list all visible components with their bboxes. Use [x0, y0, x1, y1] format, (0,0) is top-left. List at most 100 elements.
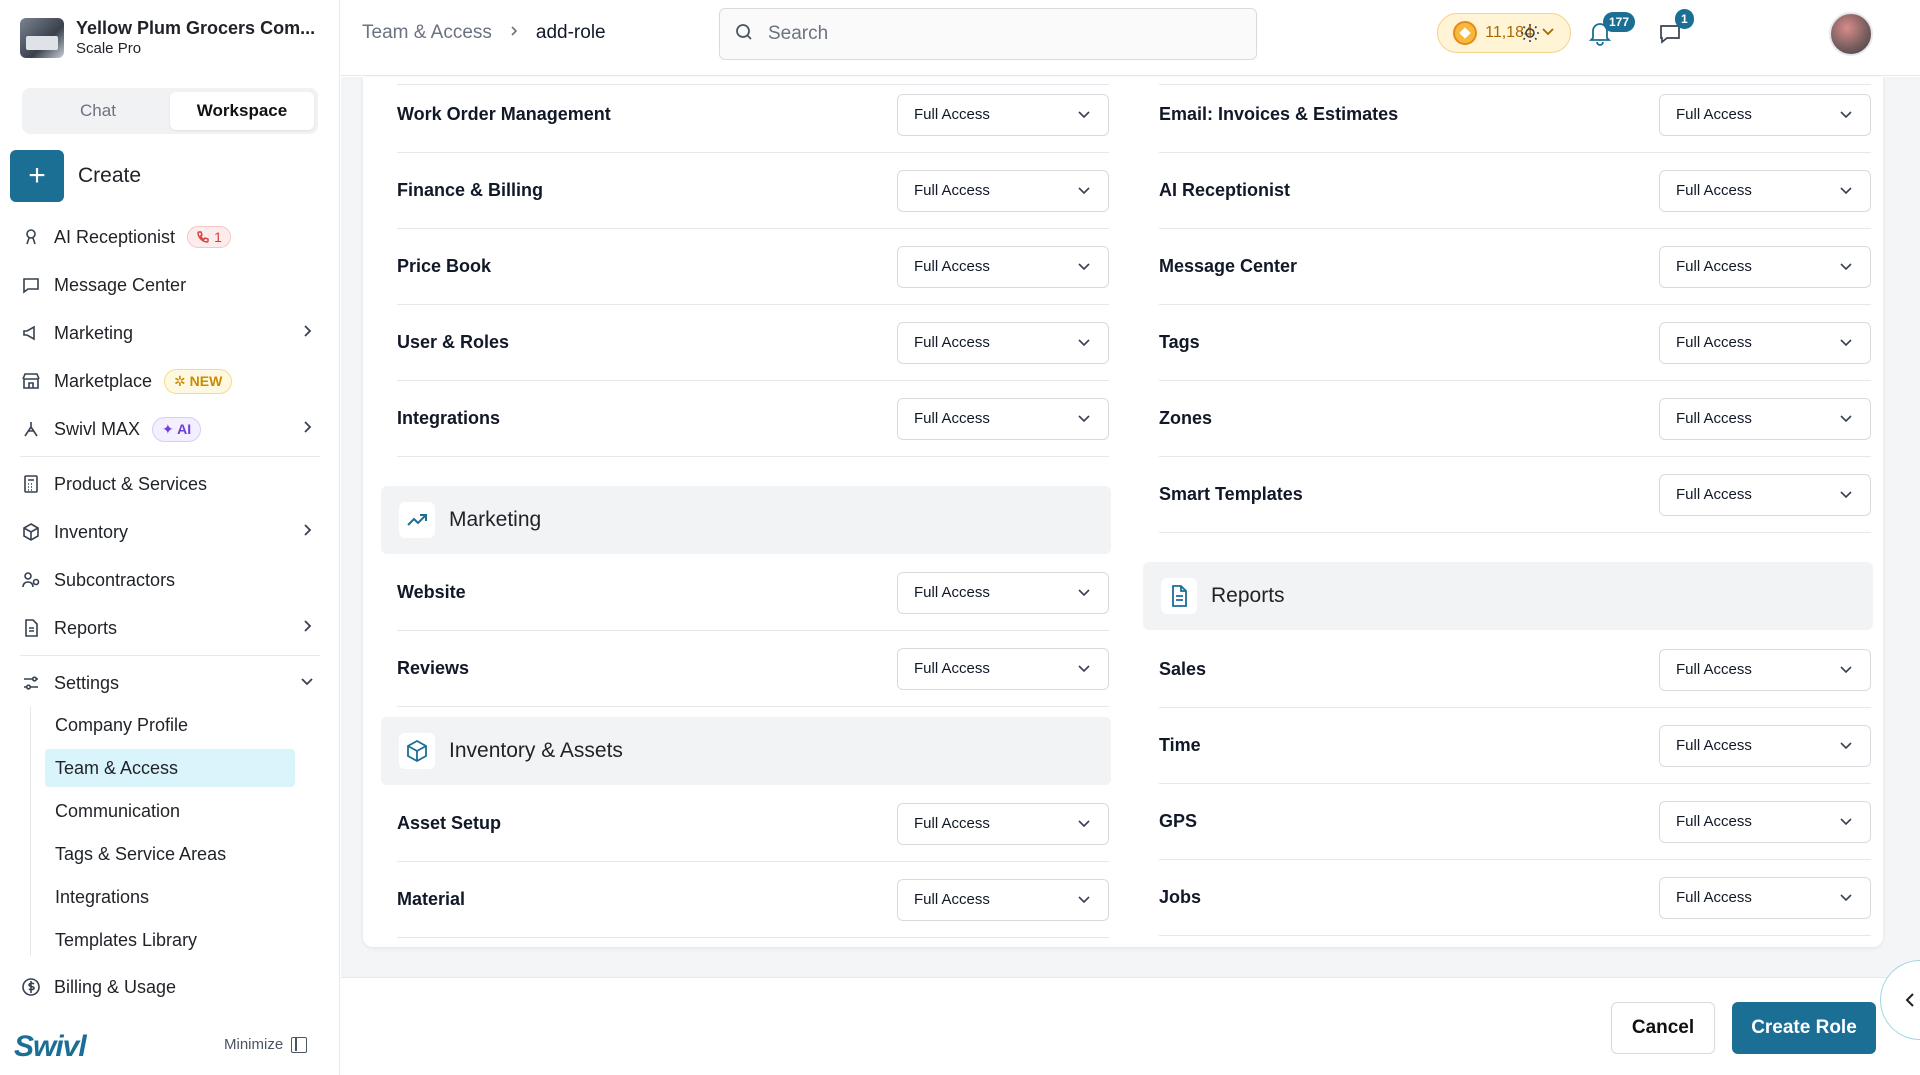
access-level-select[interactable]: Full Access [1659, 169, 1871, 212]
mode-toggle: Chat Workspace [22, 88, 318, 134]
nav-marketplace[interactable]: Marketplace ✲ NEW [20, 361, 320, 401]
access-level-value: Full Access [1676, 106, 1752, 123]
nav-billing-usage[interactable]: Billing & Usage [20, 967, 320, 1007]
search-bar [719, 8, 1257, 60]
subnav-team-access[interactable]: Team & Access [45, 749, 295, 787]
access-level-select[interactable]: Full Access [1659, 93, 1871, 136]
theme-toggle-sun-icon[interactable] [1515, 18, 1545, 48]
breadcrumb-parent[interactable]: Team & Access [362, 22, 492, 44]
section-inventory-assets: Inventory & Assets [381, 717, 1111, 785]
access-level-value: Full Access [1676, 813, 1752, 830]
missed-calls-badge: 1 [187, 226, 231, 248]
access-level-select[interactable]: Full Access [1659, 245, 1871, 288]
access-level-select[interactable]: Full Access [1659, 724, 1871, 767]
nav-product-services[interactable]: Product & Services [20, 464, 320, 504]
nav-reports[interactable]: Reports [20, 608, 320, 648]
chevron-right-icon [508, 24, 520, 42]
sidebar-toggle-icon [291, 1036, 308, 1053]
permission-label: Website [397, 582, 466, 602]
access-level-value: Full Access [914, 258, 990, 275]
coins-balance[interactable]: 11,184 [1437, 13, 1571, 53]
nav-message-center[interactable]: Message Center [20, 265, 320, 305]
permission-row: Finance & Billing Full Access [397, 153, 1109, 229]
access-level-select[interactable]: Full Access [897, 245, 1109, 288]
access-level-select[interactable]: Full Access [897, 647, 1109, 690]
search-icon [734, 22, 754, 47]
permission-row: GPS Full Access [1159, 784, 1871, 860]
permission-row: Jobs Full Access [1159, 860, 1871, 936]
access-level-value: Full Access [914, 106, 990, 123]
nav-ai-receptionist[interactable]: AI Receptionist 1 [20, 217, 320, 257]
nav-label: Message Center [54, 274, 187, 295]
tab-workspace[interactable]: Workspace [170, 92, 314, 130]
message-icon [20, 274, 42, 296]
sliders-icon [20, 672, 42, 694]
access-level-select[interactable]: Full Access [1659, 876, 1871, 919]
permission-label: Jobs [1159, 887, 1202, 907]
store-icon [20, 370, 42, 392]
cancel-button[interactable]: Cancel [1611, 1002, 1715, 1054]
access-level-select[interactable]: Full Access [897, 878, 1109, 921]
subnav-integrations[interactable]: Integrations [45, 878, 295, 916]
calculator-icon [20, 473, 42, 495]
access-level-value: Full Access [914, 410, 990, 427]
company-switcher[interactable]: Yellow Plum Grocers Com... Scale Pro [20, 14, 320, 62]
breadcrumb: Team & Access add-role [362, 22, 606, 44]
nav-subcontractors[interactable]: Subcontractors [20, 560, 320, 600]
access-level-select[interactable]: Full Access [897, 571, 1109, 614]
permission-row: Tags Full Access [1159, 305, 1871, 381]
access-level-select[interactable]: Full Access [897, 397, 1109, 440]
access-level-select[interactable]: Full Access [1659, 473, 1871, 516]
subnav-tags-service-areas[interactable]: Tags & Service Areas [45, 835, 295, 873]
nav-marketing[interactable]: Marketing [20, 313, 320, 353]
access-level-select[interactable]: Full Access [897, 321, 1109, 364]
chevron-down-icon [1076, 106, 1092, 122]
nav-label: Product & Services [54, 473, 208, 494]
access-level-select[interactable]: Full Access [1659, 648, 1871, 691]
nav-divider [20, 655, 320, 656]
access-level-value: Full Access [914, 584, 990, 601]
subnav-communication[interactable]: Communication [45, 792, 295, 830]
permission-label: Zones [1159, 408, 1213, 428]
user-avatar[interactable] [1829, 12, 1873, 56]
subnav-templates-library[interactable]: Templates Library [45, 921, 295, 959]
nav-swivl-max[interactable]: Swivl MAX ✦ AI [20, 409, 320, 449]
minimize-label: Minimize [224, 1036, 284, 1053]
access-level-select[interactable]: Full Access [1659, 800, 1871, 843]
permission-label: Asset Setup [397, 813, 502, 833]
nav-settings[interactable]: Settings [20, 663, 320, 703]
access-level-value: Full Access [914, 891, 990, 908]
permission-row: Material Full Access [397, 862, 1109, 938]
chevron-right-icon [300, 324, 314, 343]
notification-count-badge: 177 [1603, 12, 1636, 32]
tab-chat[interactable]: Chat [26, 92, 170, 130]
search-input[interactable] [768, 23, 1208, 45]
access-level-value: Full Access [1676, 486, 1752, 503]
nav-inventory[interactable]: Inventory [20, 512, 320, 552]
company-plan: Scale Pro [76, 39, 142, 57]
access-level-select[interactable]: Full Access [1659, 321, 1871, 364]
chevron-down-icon [1076, 584, 1092, 600]
access-level-select[interactable]: Full Access [897, 169, 1109, 212]
nav-label: AI Receptionist [54, 226, 176, 247]
permission-label: AI Receptionist [1159, 180, 1291, 200]
section-reports: Reports [1143, 562, 1873, 630]
plus-icon[interactable]: + [10, 150, 64, 202]
create-role-button[interactable]: Create Role [1732, 1002, 1876, 1054]
permission-label: GPS [1159, 811, 1198, 831]
chevron-down-icon [300, 674, 314, 693]
create-action[interactable]: + Create [10, 150, 141, 202]
nav-label: Billing & Usage [54, 976, 177, 997]
access-level-select[interactable]: Full Access [897, 802, 1109, 845]
minimize-button[interactable]: Minimize [224, 1036, 308, 1053]
access-level-select[interactable]: Full Access [1659, 397, 1871, 440]
create-label: Create [78, 164, 142, 187]
subnav-company-profile[interactable]: Company Profile [45, 706, 295, 744]
access-level-value: Full Access [1676, 334, 1752, 351]
permission-row: Website Full Access [397, 555, 1109, 631]
chevron-down-icon [1838, 182, 1854, 198]
nav-label: Settings [54, 672, 120, 693]
access-level-select[interactable]: Full Access [897, 93, 1109, 136]
chevron-down-icon [1076, 891, 1092, 907]
permission-label: Time [1159, 735, 1201, 755]
